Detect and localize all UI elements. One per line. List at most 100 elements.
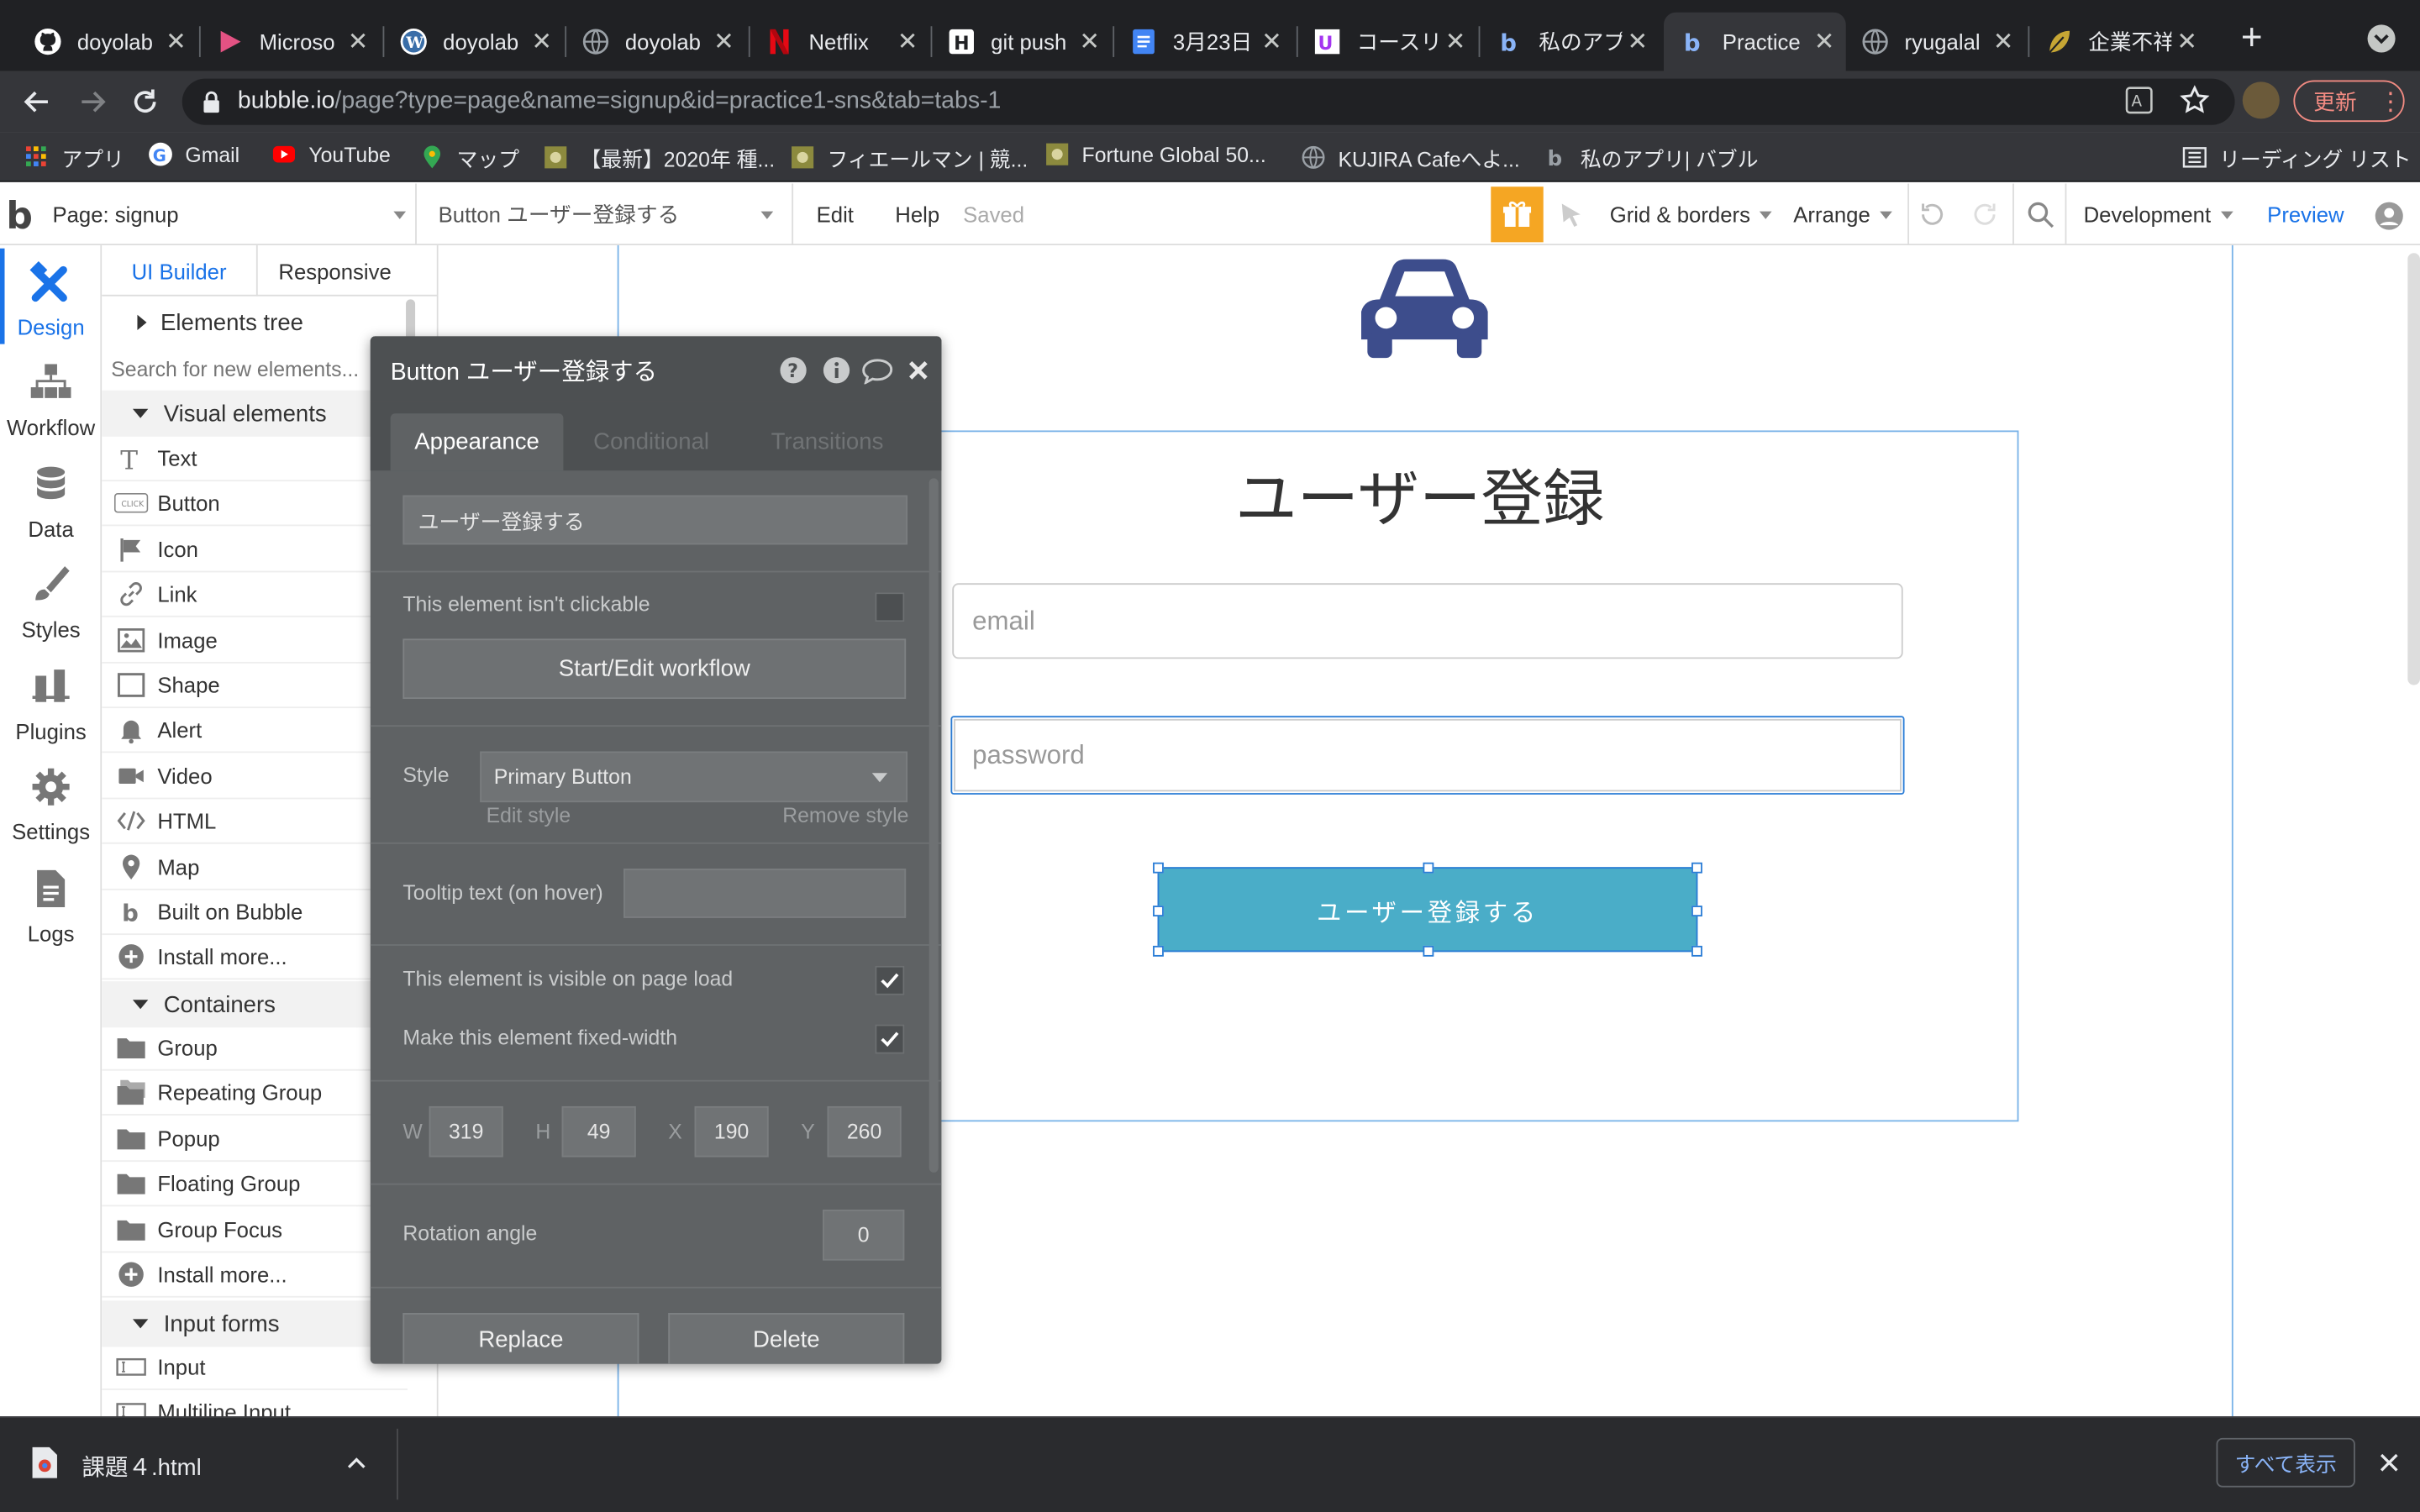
close-icon[interactable]: ✕	[708, 26, 739, 57]
back-button[interactable]	[22, 87, 53, 118]
translate-icon[interactable]: A	[2125, 87, 2153, 114]
section-visual-elements[interactable]: Visual elements	[102, 390, 408, 437]
browser-tab[interactable]: ryugalal ✕	[1846, 13, 2025, 71]
browser-tab[interactable]: U コースリ ✕	[1298, 13, 1477, 71]
bookmark-item[interactable]: KUJIRA Cafeへよ...	[1301, 142, 1520, 173]
redo-button[interactable]	[1972, 201, 2000, 228]
rail-logs[interactable]: Logs	[0, 863, 102, 946]
close-icon[interactable]: ✕	[1988, 26, 2019, 57]
update-button[interactable]: 更新 ⋮	[2293, 80, 2405, 123]
close-icon[interactable]: ✕	[1074, 26, 1105, 57]
reload-button[interactable]	[129, 87, 160, 118]
browser-tab[interactable]: b Practice ✕	[1664, 12, 1846, 71]
resize-handle[interactable]	[1153, 862, 1164, 874]
help-icon[interactable]: ?	[780, 356, 808, 384]
element-item[interactable]: Link	[102, 573, 408, 618]
element-item[interactable]: Alert	[102, 709, 408, 754]
environment-selector[interactable]: Development	[2084, 184, 2233, 245]
remove-style-link[interactable]: Remove style	[782, 804, 908, 827]
browser-tab[interactable]: doyolab ✕	[566, 13, 745, 71]
arrange-menu[interactable]: Arrange	[1793, 184, 1892, 245]
resize-handle[interactable]	[1423, 945, 1434, 957]
element-item[interactable]: Icon	[102, 528, 408, 573]
resize-handle[interactable]	[1691, 862, 1702, 874]
width-input[interactable]: 319	[429, 1105, 503, 1158]
signup-button[interactable]: ユーザー登録する	[1157, 867, 1698, 953]
element-item[interactable]: Shape	[102, 664, 408, 709]
rail-design[interactable]: Design	[0, 256, 102, 339]
car-icon[interactable]	[1355, 253, 1494, 361]
rotation-input[interactable]: 0	[822, 1210, 905, 1261]
replace-button[interactable]: Replace	[402, 1313, 639, 1364]
pointer-icon[interactable]	[1559, 201, 1583, 228]
bookmark-item[interactable]: b 私のアプリ| バブル	[1544, 142, 1759, 173]
close-icon[interactable]: ✕	[526, 26, 557, 57]
comment-icon[interactable]	[861, 358, 894, 385]
element-item[interactable]: Group	[102, 1026, 408, 1071]
tooltip-input[interactable]	[623, 869, 907, 918]
resize-handle[interactable]	[1691, 906, 1702, 917]
grid-borders-menu[interactable]: Grid & borders	[1610, 184, 1772, 245]
close-icon[interactable]: ✕	[343, 26, 374, 57]
close-icon[interactable]: ✕	[2171, 26, 2202, 57]
bookmark-item[interactable]: アプリ	[24, 142, 124, 173]
element-item[interactable]: Install more...	[102, 1252, 408, 1298]
bookmark-item[interactable]: フィエールマン | 競...	[790, 142, 1028, 173]
signup-heading[interactable]: ユーザー登録	[941, 457, 1898, 543]
menu-edit[interactable]: Edit	[817, 184, 854, 245]
new-tab-button[interactable]: +	[2235, 19, 2269, 56]
bookmark-item[interactable]: 【最新】2020年 種...	[544, 142, 775, 173]
tab-transitions[interactable]: Transitions	[747, 413, 908, 470]
browser-tab[interactable]: doyolab ✕	[18, 13, 197, 71]
show-all-downloads-button[interactable]: すべて表示	[2216, 1437, 2355, 1488]
fixed-width-checkbox[interactable]	[875, 1024, 905, 1054]
element-item[interactable]: CLICK Button	[102, 482, 408, 528]
element-selector[interactable]: Button ユーザー登録する	[439, 183, 794, 246]
page-selector[interactable]: Page: signup	[52, 183, 417, 246]
element-item[interactable]: HTML	[102, 800, 408, 845]
user-account-icon[interactable]	[2374, 201, 2405, 232]
not-clickable-checkbox[interactable]	[875, 592, 905, 622]
y-input[interactable]: 260	[827, 1105, 902, 1158]
element-item[interactable]: Popup	[102, 1116, 408, 1162]
resize-handle[interactable]	[1423, 862, 1434, 874]
download-file-name[interactable]: 課題４.html	[82, 1451, 201, 1483]
menu-help[interactable]: Help	[895, 184, 939, 245]
rail-plugins[interactable]: Plugins	[0, 660, 102, 743]
close-icon[interactable]: ✕	[1440, 26, 1471, 57]
element-item[interactable]: Group Focus	[102, 1207, 408, 1252]
info-icon[interactable]	[823, 356, 850, 384]
email-input[interactable]: email	[952, 583, 1903, 659]
bubble-logo-icon[interactable]: b	[6, 194, 33, 237]
tab-ui-builder[interactable]: UI Builder	[102, 245, 258, 297]
close-download-bar-icon[interactable]	[2377, 1451, 2402, 1475]
address-bar[interactable]: bubble.io/page?type=page&name=signup&id=…	[182, 78, 2235, 125]
height-input[interactable]: 49	[561, 1105, 636, 1158]
property-editor-scrollbar[interactable]	[929, 478, 939, 1173]
element-item[interactable]: Image	[102, 618, 408, 664]
tab-search-button[interactable]	[2367, 24, 2396, 53]
resize-handle[interactable]	[1691, 945, 1702, 957]
search-button[interactable]	[2027, 201, 2054, 228]
tab-conditional[interactable]: Conditional	[572, 413, 729, 470]
browser-tab[interactable]: Hgit push ✕	[932, 13, 1111, 71]
visible-on-load-checkbox[interactable]	[875, 965, 905, 995]
undo-button[interactable]	[1917, 201, 1944, 228]
delete-button[interactable]: Delete	[668, 1313, 905, 1364]
browser-tab[interactable]: Wdoyolab ✕	[384, 13, 563, 71]
bookmark-item[interactable]: G Gmail	[148, 142, 239, 166]
element-item[interactable]: Repeating Group	[102, 1071, 408, 1116]
password-input[interactable]: password	[954, 718, 1902, 792]
preview-button[interactable]: Preview	[2267, 184, 2344, 245]
rail-data[interactable]: Data	[0, 459, 102, 542]
element-item[interactable]: Map	[102, 845, 408, 890]
gift-button[interactable]	[1491, 186, 1544, 243]
bookmark-item[interactable]: マップ	[420, 142, 519, 173]
element-item[interactable]: Install more...	[102, 936, 408, 981]
close-icon[interactable]	[906, 358, 930, 382]
start-edit-workflow-button[interactable]: Start/Edit workflow	[402, 638, 907, 700]
close-icon[interactable]: ✕	[892, 26, 923, 57]
canvas-scrollbar[interactable]	[2407, 253, 2420, 685]
profile-avatar[interactable]	[2242, 81, 2280, 119]
close-icon[interactable]: ✕	[160, 26, 192, 57]
